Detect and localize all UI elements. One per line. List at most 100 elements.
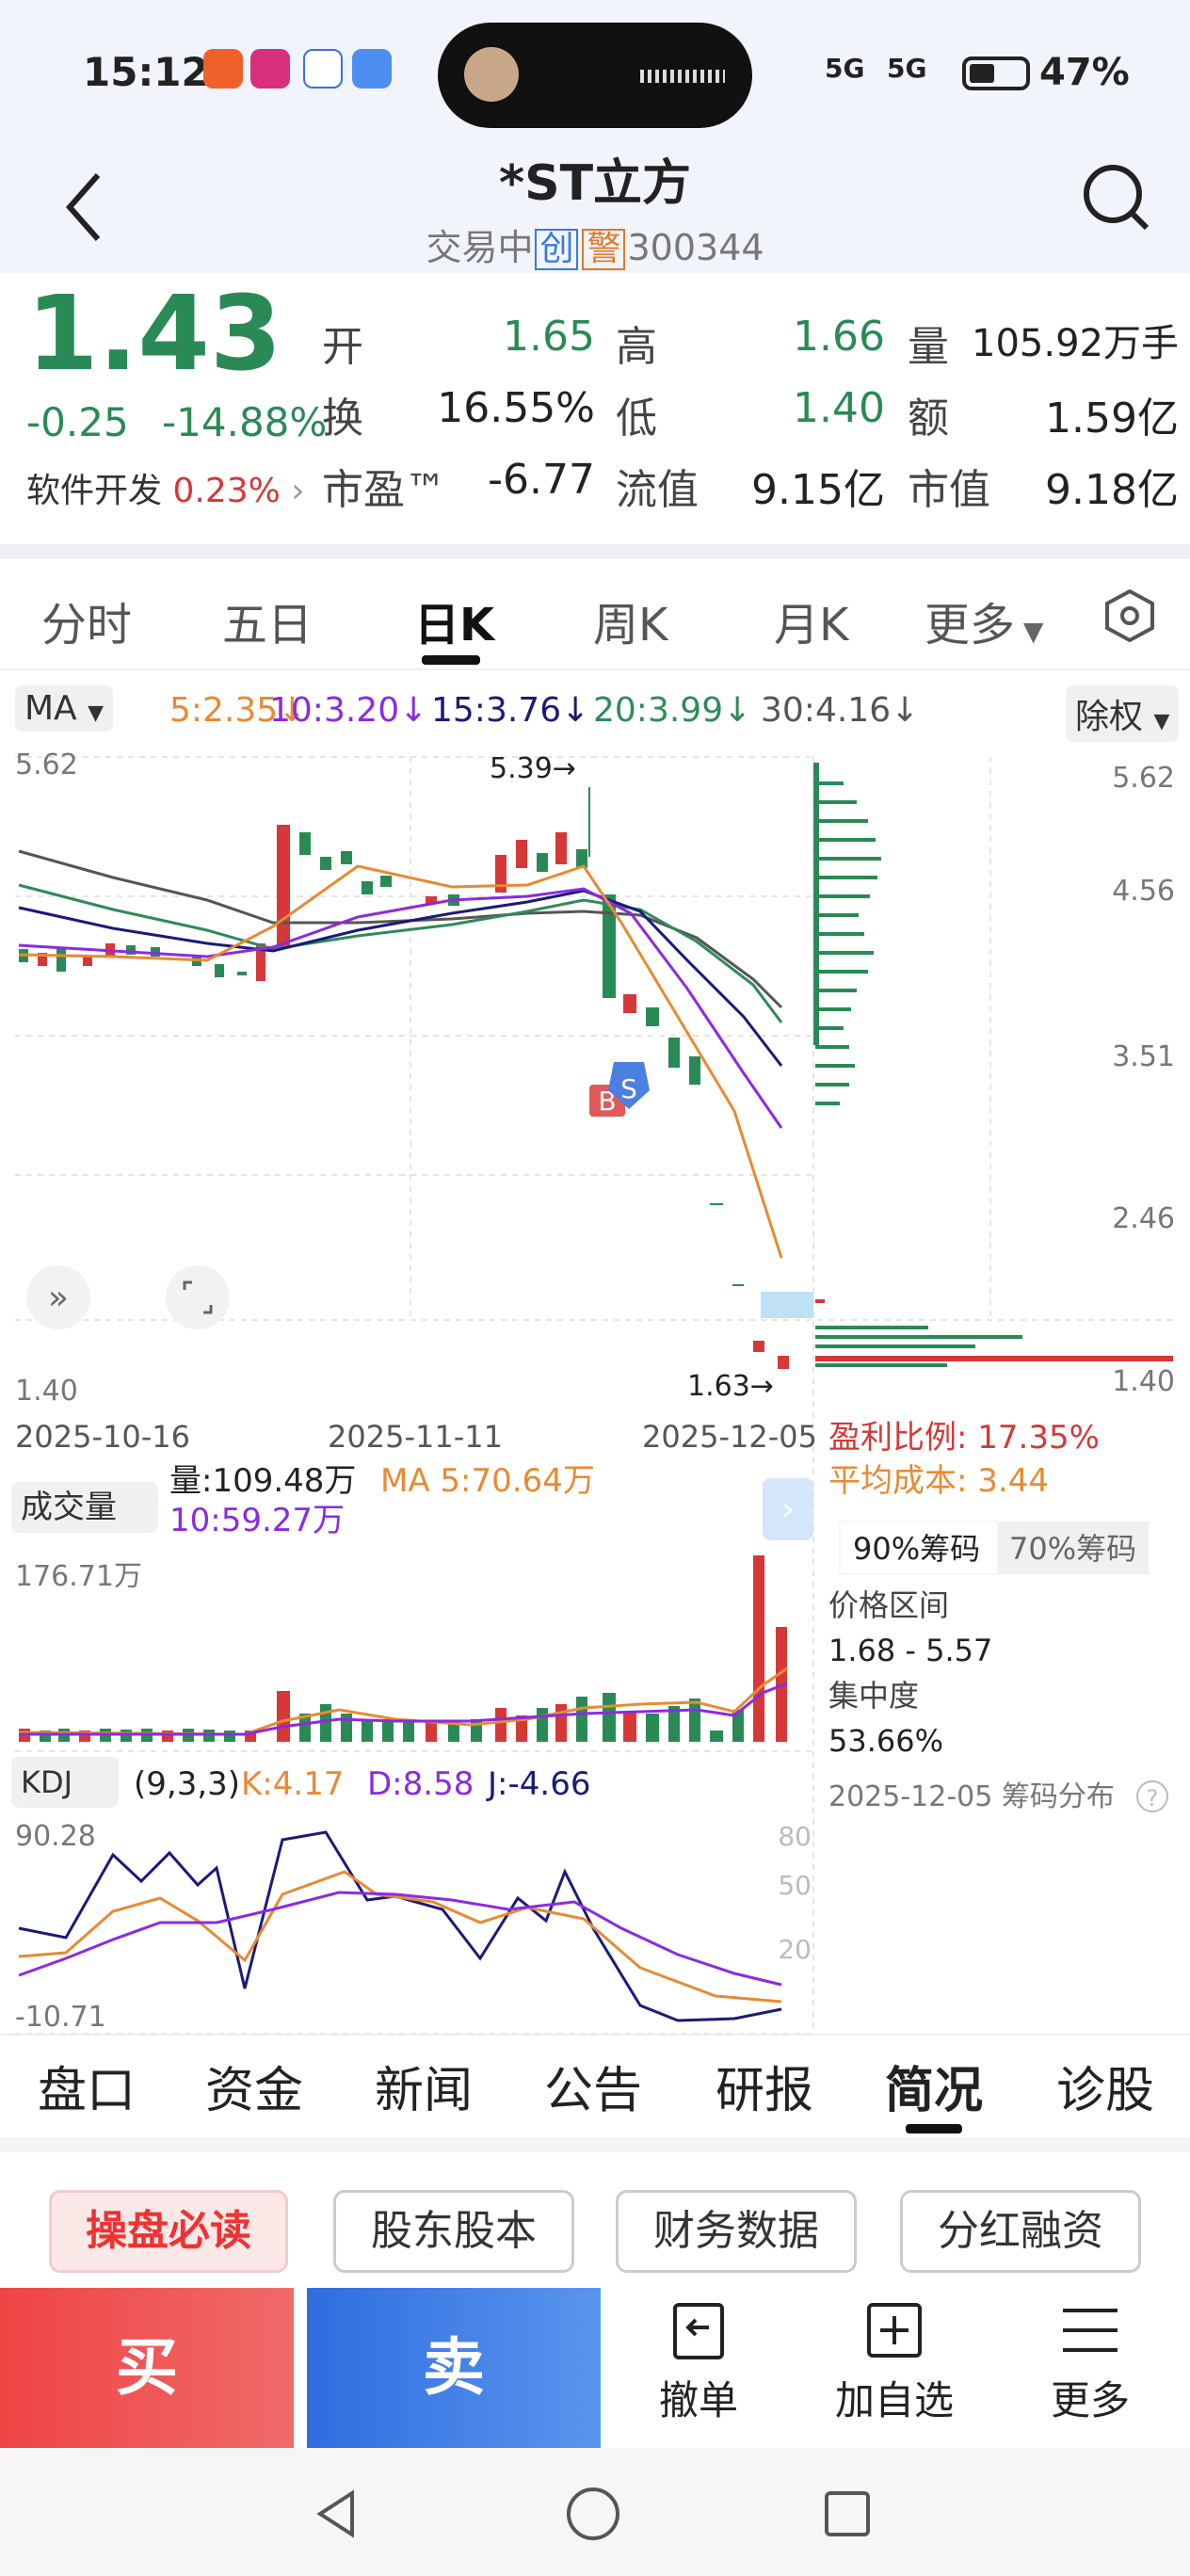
candle (689, 1056, 700, 1085)
kdj-d-value: D:8.58 (367, 1765, 474, 1803)
plus-box-icon (867, 2303, 922, 2358)
more-button[interactable]: 更多 (996, 2299, 1184, 2426)
candle (299, 832, 311, 855)
tab-news[interactable]: 新闻 (375, 2051, 473, 2121)
nav-back-icon[interactable] (311, 2486, 367, 2542)
cancel-order-button[interactable]: 撤单 (604, 2299, 793, 2426)
stock-subline: 交易中创警 300344 (0, 218, 1190, 270)
mktcap-label: 市值 (908, 466, 990, 514)
price-change-pct: -14.88% (162, 399, 328, 445)
kdj-level-label: 20 (778, 1934, 812, 1965)
chip-footer: 2025-12-05 筹码分布 (828, 1780, 1115, 1813)
tab-diagnosis[interactable]: 诊股 (1056, 2051, 1154, 2121)
low-value: 1.40 (793, 384, 885, 432)
low-label: 低 (616, 394, 657, 443)
profile-chips: 操盘必读 股东股本 财务数据 分红融资 (0, 2137, 1190, 2288)
turnover-value: 16.55% (437, 384, 595, 432)
price-range-value: 1.68 - 5.57 (828, 1633, 992, 1668)
price-axis-label: 3.51 (1112, 1040, 1175, 1073)
kline-chart[interactable]: 5.62 1.40 5.62 4.56 3.51 2.46 1.40 B S 5… (0, 734, 1190, 2035)
ma10-value: 10:3.20↓ (269, 691, 428, 730)
ma-selector[interactable]: MA ▼ (15, 685, 114, 732)
candle (215, 964, 224, 977)
tab-funds[interactable]: 资金 (205, 2051, 303, 2121)
tab-order-book[interactable]: 盘口 (38, 2051, 136, 2121)
candle (537, 853, 548, 872)
app-notification-icon (203, 49, 243, 89)
settings-hexagon-icon[interactable] (1102, 588, 1158, 644)
tab-profile[interactable]: 简况 (885, 2051, 983, 2121)
pe-value: -6.77 (488, 456, 595, 504)
tab-daily-k[interactable]: 日K (414, 588, 494, 653)
sector-link[interactable]: 软件开发 0.23% › (26, 463, 305, 512)
date-label: 2025-10-16 (15, 1419, 190, 1455)
chip-tab-70-label: 70%筹码 (1009, 1531, 1136, 1567)
chip-must-read[interactable]: 操盘必读 (49, 2190, 288, 2273)
buy-button[interactable]: 买 (0, 2288, 294, 2448)
fullscreen-icon[interactable] (166, 1265, 230, 1329)
amount-label: 额 (908, 394, 949, 443)
add-watchlist-button[interactable]: 加自选 (800, 2299, 989, 2426)
candle (778, 1356, 789, 1369)
avatar (464, 47, 519, 102)
volume-label: 量 (908, 323, 949, 371)
tab-announcements[interactable]: 公告 (544, 2051, 642, 2121)
menu-icon (1063, 2309, 1118, 2352)
chip-shareholders[interactable]: 股东股本 (333, 2190, 574, 2273)
sell-button[interactable]: 卖 (307, 2288, 601, 2448)
tab-research[interactable]: 研报 (716, 2051, 813, 2121)
ma30-value: 30:4.16↓ (761, 691, 920, 730)
open-label: 开 (322, 323, 363, 371)
nav-home-icon[interactable] (565, 2486, 621, 2542)
tab-five-day[interactable]: 五日 (222, 588, 313, 653)
price-axis-label: 5.62 (1112, 762, 1175, 795)
kdj-k-line (18, 1870, 782, 2004)
clock: 15:12 (83, 49, 209, 95)
candle (362, 881, 373, 894)
candle (237, 972, 247, 975)
last-price: 1.43 (26, 273, 282, 394)
signal-icon: 5G (887, 53, 927, 84)
candle (576, 849, 587, 868)
chinext-tag: 创 (535, 229, 579, 270)
price-bottom-label: 1.40 (15, 1375, 78, 1408)
candle (710, 1203, 723, 1205)
candle (380, 876, 392, 887)
nav-recents-icon[interactable] (819, 2486, 876, 2542)
stock-code: 300344 (627, 227, 764, 268)
kdj-params: (9,3,3) (134, 1765, 240, 1803)
kdj-j-value: J:-4.66 (486, 1765, 590, 1803)
turnover-label: 换 (322, 394, 363, 443)
volume-value: 量:109.48万 (169, 1462, 356, 1500)
candles (19, 787, 789, 1369)
chip-dividends[interactable]: 分红融资 (900, 2190, 1141, 2273)
price-top-label: 5.62 (15, 749, 78, 781)
volume-value: 105.92万手 (972, 322, 1179, 365)
stock-name: *ST立方 (498, 155, 692, 212)
tab-more[interactable]: 更多 ▼ (925, 588, 1043, 653)
chip-financials[interactable]: 财务数据 (616, 2190, 857, 2273)
warning-tag: 警 (582, 229, 626, 270)
kdj-level-label: 50 (778, 1870, 812, 1901)
sell-marker: S (620, 1073, 637, 1104)
tab-weekly-k[interactable]: 周K (593, 588, 667, 653)
tab-monthly-k[interactable]: 月K (774, 588, 848, 653)
high-label: 高 (616, 323, 657, 371)
ma20-value: 20:3.99↓ (593, 691, 752, 730)
tab-intraday[interactable]: 分时 (41, 588, 132, 653)
amount-value: 1.59亿 (1045, 394, 1179, 443)
kdj-selector-label: KDJ (21, 1764, 72, 1800)
float-label: 流值 (616, 466, 699, 514)
svg-text:»: » (48, 1279, 69, 1317)
volume-ma10: 10:59.27万 (169, 1502, 345, 1539)
search-icon[interactable] (1079, 160, 1154, 235)
status-bar: 15:12 5G 5G 47% (0, 0, 1190, 141)
adjust-selector[interactable]: 除权 ▼ (1066, 685, 1180, 742)
kline-tabs: 分时 五日 日K 周K 月K 更多 ▼ (0, 559, 1190, 670)
waveform-icon (640, 70, 725, 83)
low-annotation: 1.63→ (687, 1370, 774, 1403)
volume-ma5: MA 5:70.64万 (380, 1462, 595, 1500)
chart-svg: 5.62 1.40 5.62 4.56 3.51 2.46 1.40 B S 5… (11, 749, 1175, 2035)
dynamic-island (438, 23, 752, 128)
volume-selector-label: 成交量 (21, 1489, 117, 1526)
